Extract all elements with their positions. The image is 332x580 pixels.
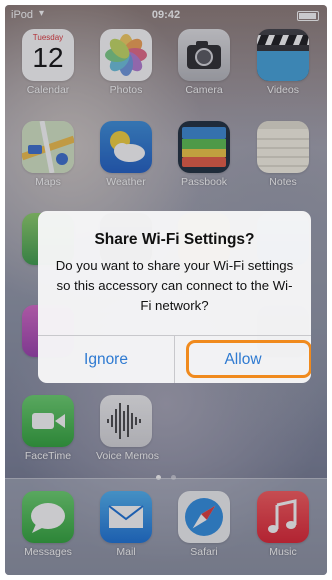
allow-highlight-ring [186, 340, 311, 378]
alert-title: Share Wi-Fi Settings? [94, 231, 255, 248]
ios-screen: iPod ▾ 09:42 Tuesday 12 Calendar Photos … [5, 5, 327, 575]
share-wifi-alert: Share Wi-Fi Settings? Do you want to sha… [38, 211, 311, 383]
ignore-button[interactable]: Ignore [38, 336, 174, 383]
alert-message: Do you want to share your Wi-Fi settings… [55, 258, 294, 313]
